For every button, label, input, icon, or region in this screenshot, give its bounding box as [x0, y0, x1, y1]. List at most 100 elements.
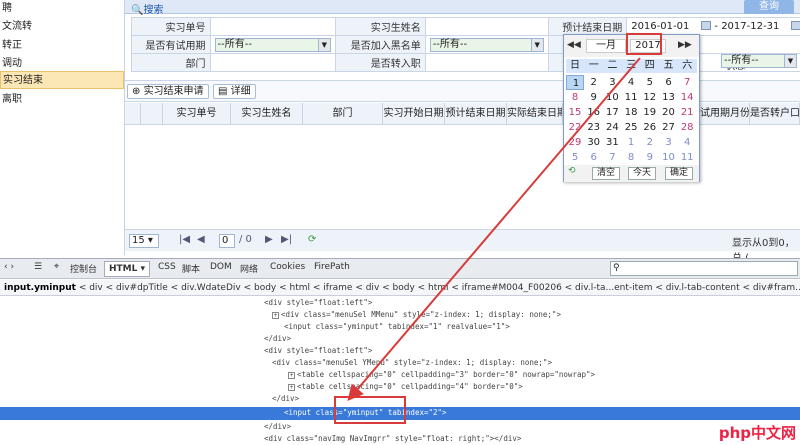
department-input[interactable] [209, 53, 336, 72]
page-number-input[interactable]: 0 [219, 234, 235, 248]
tab-firepath[interactable]: FirePath [314, 262, 350, 272]
code-line[interactable]: <div style="float:left"> [264, 345, 372, 357]
search-link[interactable]: 🔍搜索 [131, 1, 163, 16]
grid-col-intern-name[interactable]: 实习生姓名 [231, 103, 303, 125]
code-line[interactable]: + <div class="menuSel MMenu" style="z-ind… [272, 309, 561, 321]
calendar-day[interactable]: 1 [622, 135, 640, 150]
tab-network[interactable]: 网络 [240, 262, 258, 275]
calendar-day[interactable]: 14 [678, 90, 696, 105]
calendar-day[interactable]: 8 [566, 90, 584, 105]
calendar-day[interactable]: 25 [622, 120, 640, 135]
grid-col-intern-no[interactable]: 实习单号 [163, 103, 231, 125]
expand-icon[interactable]: + [288, 383, 295, 391]
calendar-day[interactable]: 2 [585, 75, 603, 90]
calendar-day[interactable]: 8 [622, 150, 640, 165]
tab-css[interactable]: CSS [158, 262, 176, 272]
calendar-day[interactable]: 27 [660, 120, 678, 135]
refresh-icon[interactable]: ⟲ [568, 166, 576, 176]
calendar-day[interactable]: 6 [660, 75, 678, 90]
code-line[interactable]: <div style="float:left"> [264, 297, 372, 309]
calendar-day[interactable]: 12 [641, 90, 659, 105]
calendar-day[interactable]: 31 [603, 135, 621, 150]
breadcrumb-current[interactable]: input.yminput [4, 283, 76, 293]
intern-end-apply-button[interactable]: ⊕ 实习结束申请 [127, 84, 209, 99]
detail-button[interactable]: ▤ 详细 [213, 84, 256, 99]
tab-console[interactable]: 控制台 [70, 262, 97, 275]
query-button[interactable]: 查询 [744, 0, 794, 14]
today-button[interactable]: 今天 [628, 167, 657, 180]
sidebar-item-recruit[interactable]: 聘 [0, 0, 124, 18]
calendar-day[interactable]: 23 [585, 120, 603, 135]
first-page-icon[interactable]: |◀ [179, 234, 190, 245]
sidebar-item-resign[interactable]: 离职 [0, 91, 124, 109]
calendar-day[interactable]: 13 [660, 90, 678, 105]
page-size-select[interactable]: 15 ▾ [129, 234, 159, 248]
calendar-day[interactable]: 18 [622, 105, 640, 120]
grid-col-expected-end[interactable]: 预计结束日期 [445, 103, 507, 125]
sidebar-item-regularize[interactable]: 转正 [0, 37, 124, 55]
calendar-day[interactable]: 28 [678, 120, 696, 135]
calendar-day[interactable]: 10 [660, 150, 678, 165]
calendar-icon[interactable] [791, 21, 800, 30]
sidebar-item-doc-flow[interactable]: 文流转 [0, 18, 124, 36]
intern-name-input[interactable] [424, 17, 549, 36]
calendar-day[interactable]: 3 [660, 135, 678, 150]
grid-col-actual-end[interactable]: 实际结束日期 [507, 103, 563, 125]
month-select[interactable]: 一月 [586, 39, 626, 53]
to-employee-input[interactable] [424, 53, 549, 72]
calendar-day[interactable]: 17 [603, 105, 621, 120]
sidebar-item-intern-end[interactable]: 实习结束 [0, 71, 124, 89]
calendar-day[interactable]: 9 [641, 150, 659, 165]
clear-button[interactable]: 清空 [592, 167, 621, 180]
calendar-day[interactable]: 22 [566, 120, 584, 135]
code-line[interactable]: </div> [264, 333, 291, 345]
tab-html[interactable]: HTML ▾ [104, 261, 151, 277]
calendar-day[interactable]: 2 [641, 135, 659, 150]
calendar-day[interactable]: 11 [678, 150, 696, 165]
calendar-day[interactable]: 21 [678, 105, 696, 120]
code-line[interactable]: + <table cellspacing="0" cellpadding="4" … [288, 381, 523, 393]
code-line[interactable]: + <table cellspacing="0" cellpadding="3" … [288, 369, 595, 381]
calendar-day[interactable]: 7 [678, 75, 696, 90]
inspect-icon[interactable]: ⌖ [54, 262, 59, 272]
code-line[interactable]: </div> [272, 393, 299, 405]
status-select[interactable]: --所有-- ▼ [721, 54, 797, 68]
calendar-day[interactable]: 11 [622, 90, 640, 105]
calendar-day[interactable]: 5 [566, 150, 584, 165]
prev-page-icon[interactable]: ◀ [197, 234, 205, 245]
calendar-day[interactable]: 4 [678, 135, 696, 150]
calendar-day[interactable]: 6 [585, 150, 603, 165]
code-line[interactable]: <div class="menuSel YMenu" style="z-inde… [272, 357, 552, 369]
calendar-day[interactable]: 30 [585, 135, 603, 150]
grid-check-col[interactable] [141, 103, 163, 125]
grid-col-start-date[interactable]: 实习开始日期 [383, 103, 445, 125]
intern-no-input[interactable] [209, 17, 336, 36]
calendar-day[interactable]: 7 [603, 150, 621, 165]
devtools-search-input[interactable]: ⚲ [610, 261, 798, 276]
has-probation-select[interactable]: --所有-- ▼ [214, 37, 331, 52]
calendar-day[interactable]: 16 [585, 105, 603, 120]
blacklist-select[interactable]: --所有-- ▼ [429, 37, 544, 52]
expand-icon[interactable]: + [288, 371, 295, 379]
calendar-day[interactable]: 26 [641, 120, 659, 135]
calendar-day[interactable]: 5 [641, 75, 659, 90]
code-line[interactable]: </div> [264, 421, 291, 433]
calendar-day[interactable]: 10 [603, 90, 621, 105]
tab-script[interactable]: 脚本 [182, 262, 200, 275]
tab-cookies[interactable]: Cookies [270, 262, 305, 272]
calendar-day[interactable]: 24 [603, 120, 621, 135]
end-date-input[interactable]: 2017-12-31 [721, 20, 791, 34]
calendar-day[interactable]: 19 [641, 105, 659, 120]
ok-button[interactable]: 确定 [665, 167, 694, 180]
tab-dom[interactable]: DOM [210, 262, 232, 272]
next-year-icon[interactable]: ▶▶ [678, 40, 692, 50]
calendar-day[interactable]: 9 [585, 90, 603, 105]
next-page-icon[interactable]: ▶ [265, 234, 273, 245]
expand-icon[interactable]: + [272, 311, 279, 319]
calendar-day[interactable]: 15 [566, 105, 584, 120]
calendar-day[interactable]: 29 [566, 135, 584, 150]
grid-col-hukou[interactable]: 是否转户口 [750, 103, 800, 125]
code-line[interactable]: <div class="navImg NavImgrr" style="floa… [264, 433, 521, 445]
start-date-input[interactable]: 2016-01-01 [631, 20, 701, 34]
calendar-day[interactable]: 3 [603, 75, 621, 90]
